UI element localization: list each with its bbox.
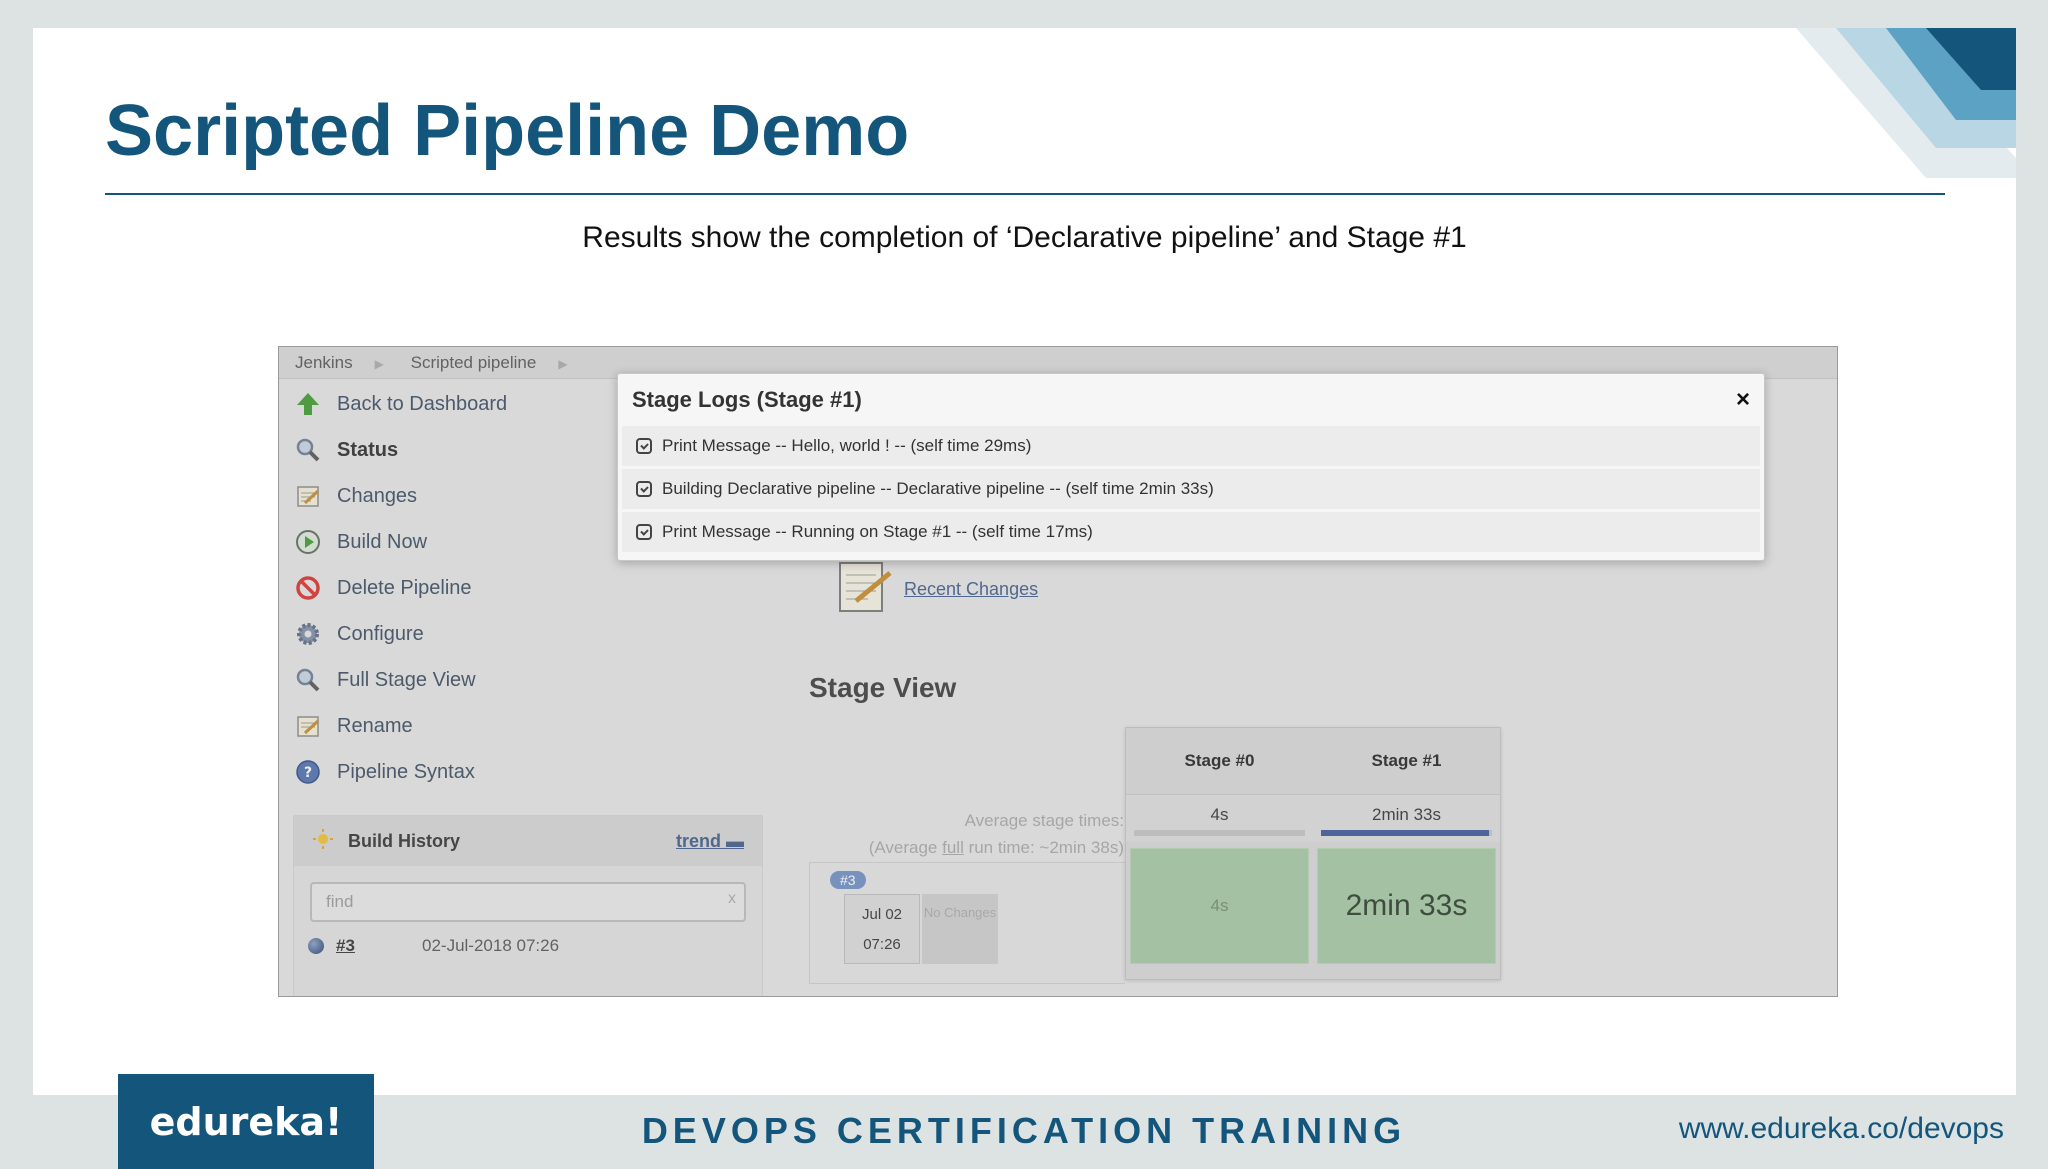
sidebar-item-pipeline-syntax[interactable]: ? Pipeline Syntax xyxy=(293,749,633,795)
stage-average-value: 2min 33s xyxy=(1372,805,1441,824)
sidebar-item-label: Build Now xyxy=(337,530,428,553)
run-changes: No Changes xyxy=(922,894,998,964)
stage-view-title: Stage View xyxy=(809,672,957,703)
modal-title: Stage Logs (Stage #1) xyxy=(632,387,862,412)
build-history-panel: Build History trend ▬ find x #3 02-Jul-2… xyxy=(293,815,763,996)
notepad-icon xyxy=(834,557,894,622)
sidebar-item-configure[interactable]: Configure xyxy=(293,611,633,657)
sun-icon xyxy=(312,828,334,855)
up-arrow-icon xyxy=(293,389,323,419)
stage-run-row: 4s 2min 33s xyxy=(1126,842,1500,970)
sidebar-item-build-now[interactable]: Build Now xyxy=(293,519,633,565)
stage-headers: Stage #0 Stage #1 xyxy=(1126,728,1500,794)
average-full-suffix: run time: ~2min 38s) xyxy=(963,838,1124,857)
slide: Scripted Pipeline Demo Results show the … xyxy=(33,28,2016,1095)
sidebar-item-label: Pipeline Syntax xyxy=(337,760,475,783)
build-history-header: Build History trend ▬ xyxy=(294,816,762,866)
clock-play-icon xyxy=(293,527,323,557)
log-entry[interactable]: Print Message -- Hello, world ! -- (self… xyxy=(622,426,1760,466)
stage-table: Stage #0 Stage #1 4s 2min 33s 4s 2min 33… xyxy=(1125,727,1501,980)
magnifier-icon xyxy=(293,435,323,465)
build-history-title: Build History xyxy=(348,830,461,851)
clear-icon[interactable]: x xyxy=(728,890,736,908)
average-full-word: full xyxy=(942,838,964,857)
sidebar-item-delete-pipeline[interactable]: Delete Pipeline xyxy=(293,565,633,611)
sidebar-item-changes[interactable]: Changes xyxy=(293,473,633,519)
sidebar-item-label: Back to Dashboard xyxy=(337,392,508,415)
average-full-prefix: (Average xyxy=(868,838,943,857)
run-badge[interactable]: #3 xyxy=(830,871,866,889)
expand-icon xyxy=(636,524,652,540)
run-date: Jul 02 xyxy=(861,905,903,923)
build-number-link[interactable]: #3 xyxy=(336,936,422,956)
sidebar-item-label: Configure xyxy=(337,622,424,645)
close-icon[interactable]: × xyxy=(1736,386,1750,414)
expand-icon xyxy=(636,481,652,497)
recent-changes: Recent Changes xyxy=(834,557,1038,622)
stage-logs-modal: Stage Logs (Stage #1) × Print Message --… xyxy=(617,373,1765,561)
sidebar-item-label: Rename xyxy=(337,714,413,737)
sidebar-item-label: Changes xyxy=(337,484,418,507)
help-icon: ? xyxy=(293,757,323,787)
log-text: Building Declarative pipeline -- Declara… xyxy=(662,479,1214,498)
notepad-icon xyxy=(293,481,323,511)
build-history-row: #3 02-Jul-2018 07:26 xyxy=(294,922,762,970)
average-full-run-time: (Average full run time: ~2min 38s) xyxy=(814,834,1124,861)
log-text: Print Message -- Running on Stage #1 -- … xyxy=(662,522,1093,541)
log-entry[interactable]: Building Declarative pipeline -- Declara… xyxy=(622,469,1760,509)
sidebar-item-status[interactable]: Status xyxy=(293,427,633,473)
build-date: 02-Jul-2018 07:26 xyxy=(422,936,560,955)
stage-progress-fill xyxy=(1321,830,1489,836)
slide-title: Scripted Pipeline Demo xyxy=(105,91,910,171)
build-run-row: #3 Jul 02 07:26 No Changes xyxy=(809,862,1125,984)
sidebar-item-label: Full Stage View xyxy=(337,668,476,691)
build-find-placeholder: find xyxy=(326,892,354,911)
stage-progress-bar xyxy=(1321,830,1492,836)
stage-progress-bar xyxy=(1134,830,1305,836)
run-datetime: Jul 02 07:26 xyxy=(844,894,920,964)
sidebar-item-label: Delete Pipeline xyxy=(337,576,472,599)
sidebar-item-rename[interactable]: Rename xyxy=(293,703,633,749)
trend-link[interactable]: trend ▬ xyxy=(676,831,744,852)
log-entry[interactable]: Print Message -- Running on Stage #1 -- … xyxy=(622,512,1760,552)
modal-header: Stage Logs (Stage #1) × xyxy=(618,374,1764,426)
title-divider xyxy=(105,193,1945,195)
notepad-icon xyxy=(293,711,323,741)
stage-header-0: Stage #0 xyxy=(1184,751,1255,770)
slide-subtitle: Results show the completion of ‘Declarat… xyxy=(582,221,1467,254)
magnifier-icon xyxy=(293,665,323,695)
breadcrumb-scripted-pipeline[interactable]: Scripted pipeline xyxy=(411,353,537,372)
sidebar-item-back-to-dashboard[interactable]: Back to Dashboard xyxy=(293,381,633,427)
corner-decoration xyxy=(1776,28,2016,178)
breadcrumb-jenkins[interactable]: Jenkins xyxy=(295,353,353,372)
expand-icon xyxy=(636,438,652,454)
stage-run-cell-0[interactable]: 4s xyxy=(1130,848,1309,964)
sidebar: Back to Dashboard Status Changes Build N… xyxy=(293,381,633,795)
breadcrumb-separator-icon: ▶ xyxy=(374,357,384,371)
recent-changes-link[interactable]: Recent Changes xyxy=(904,579,1038,600)
jenkins-screenshot: Jenkins ▶ Scripted pipeline ▶ Back to Dash… xyxy=(278,346,1838,997)
gear-icon xyxy=(293,619,323,649)
stage-average-1: 2min 33s xyxy=(1313,795,1500,842)
log-text: Print Message -- Hello, world ! -- (self… xyxy=(662,436,1032,455)
run-time: 07:26 xyxy=(863,935,901,953)
stage-average-row: 4s 2min 33s xyxy=(1126,794,1500,842)
average-stage-times-label: Average stage times: xyxy=(964,811,1124,830)
sidebar-item-label: Status xyxy=(337,438,399,461)
no-entry-icon xyxy=(293,573,323,603)
trend-label: trend xyxy=(675,830,721,851)
stage-average-value: 4s xyxy=(1210,805,1229,824)
build-find-input[interactable]: find x xyxy=(310,882,746,922)
build-status-ball-icon xyxy=(308,938,324,954)
trend-icon: ▬ xyxy=(726,830,744,851)
footer-url[interactable]: www.edureka.co/devops xyxy=(1679,1112,2004,1146)
stage-run-cell-1[interactable]: 2min 33s xyxy=(1317,848,1496,964)
svg-text:?: ? xyxy=(304,765,312,781)
average-times-label: Average stage times: (Average full run t… xyxy=(814,807,1124,861)
stage-average-0: 4s xyxy=(1126,795,1313,842)
breadcrumb-separator-icon: ▶ xyxy=(558,357,568,371)
stage-header-1: Stage #1 xyxy=(1371,751,1442,770)
sidebar-item-full-stage-view[interactable]: Full Stage View xyxy=(293,657,633,703)
